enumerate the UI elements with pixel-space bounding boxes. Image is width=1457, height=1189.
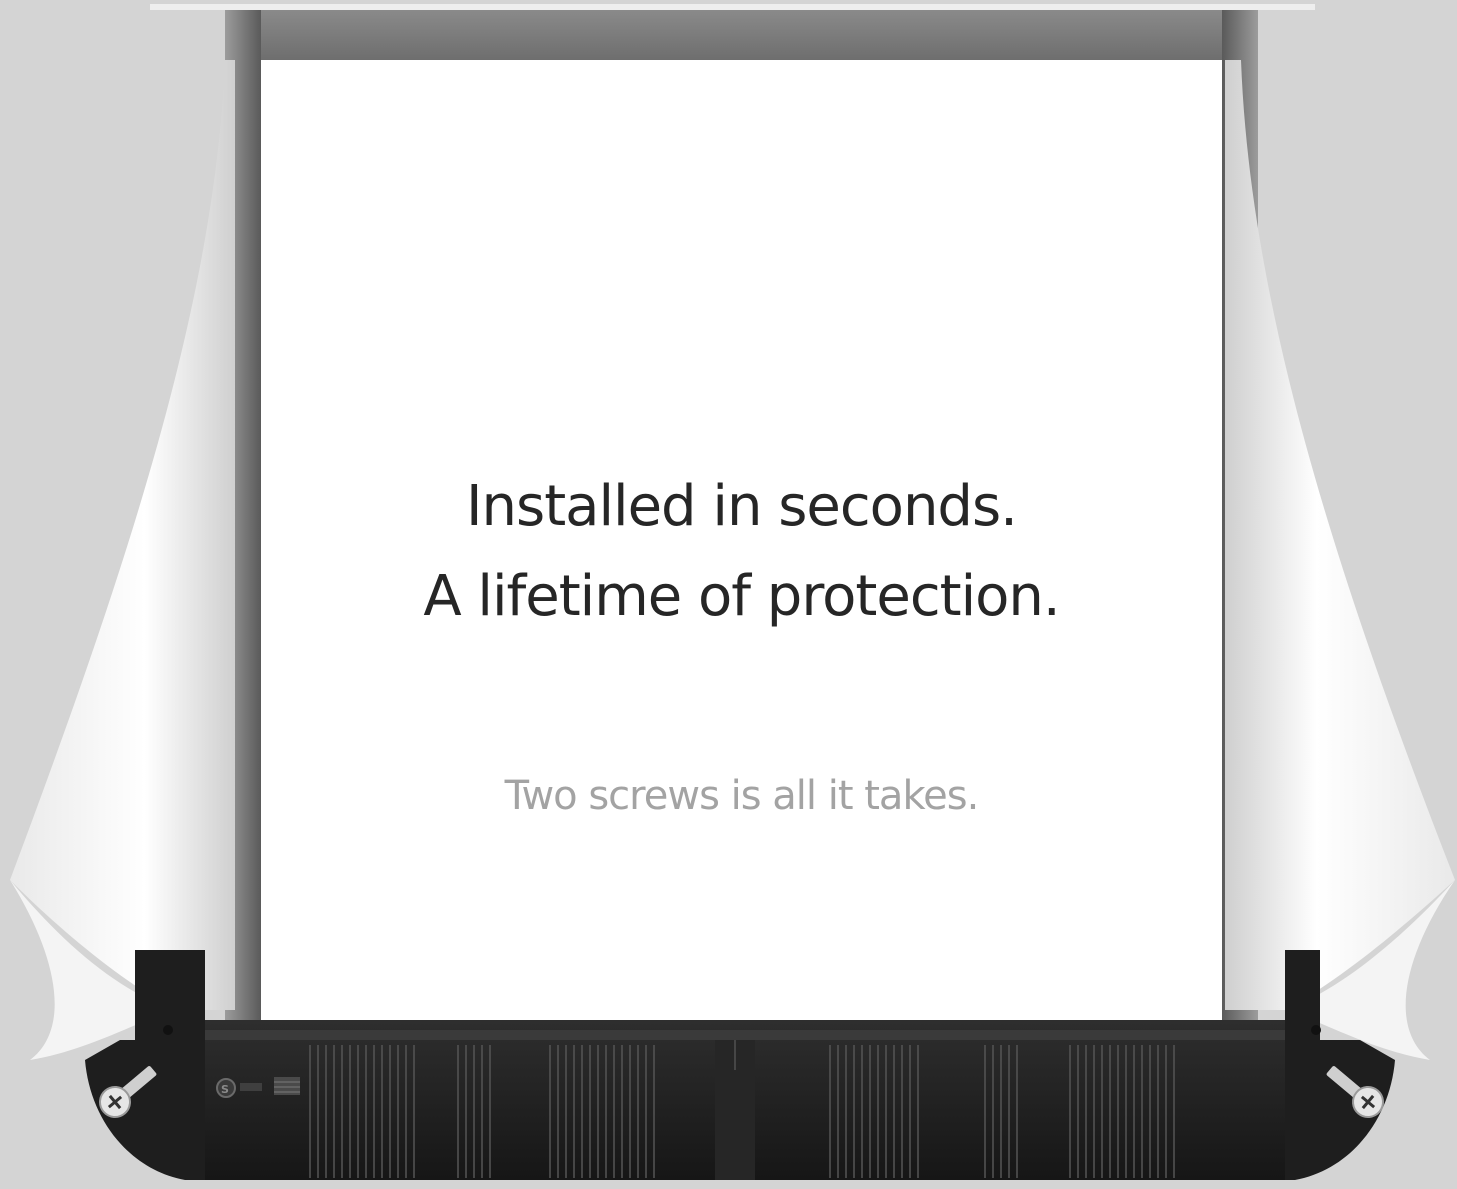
right-paper-curl [1225, 60, 1455, 1010]
headline-line-2: A lifetime of protection. [423, 564, 1060, 629]
scene: S Installed in seconds. A lifetime of pr… [0, 0, 1457, 1189]
hero-headline: Installed in seconds. A lifetime of prot… [261, 462, 1222, 642]
hero-subheadline: Two screws is all it takes. [504, 773, 980, 819]
headline-line-1: Installed in seconds. [466, 474, 1018, 539]
left-paper-curl [10, 60, 235, 1010]
flag-icon [274, 1077, 300, 1095]
top-strip [150, 4, 1315, 10]
svg-text:S: S [221, 1083, 229, 1096]
